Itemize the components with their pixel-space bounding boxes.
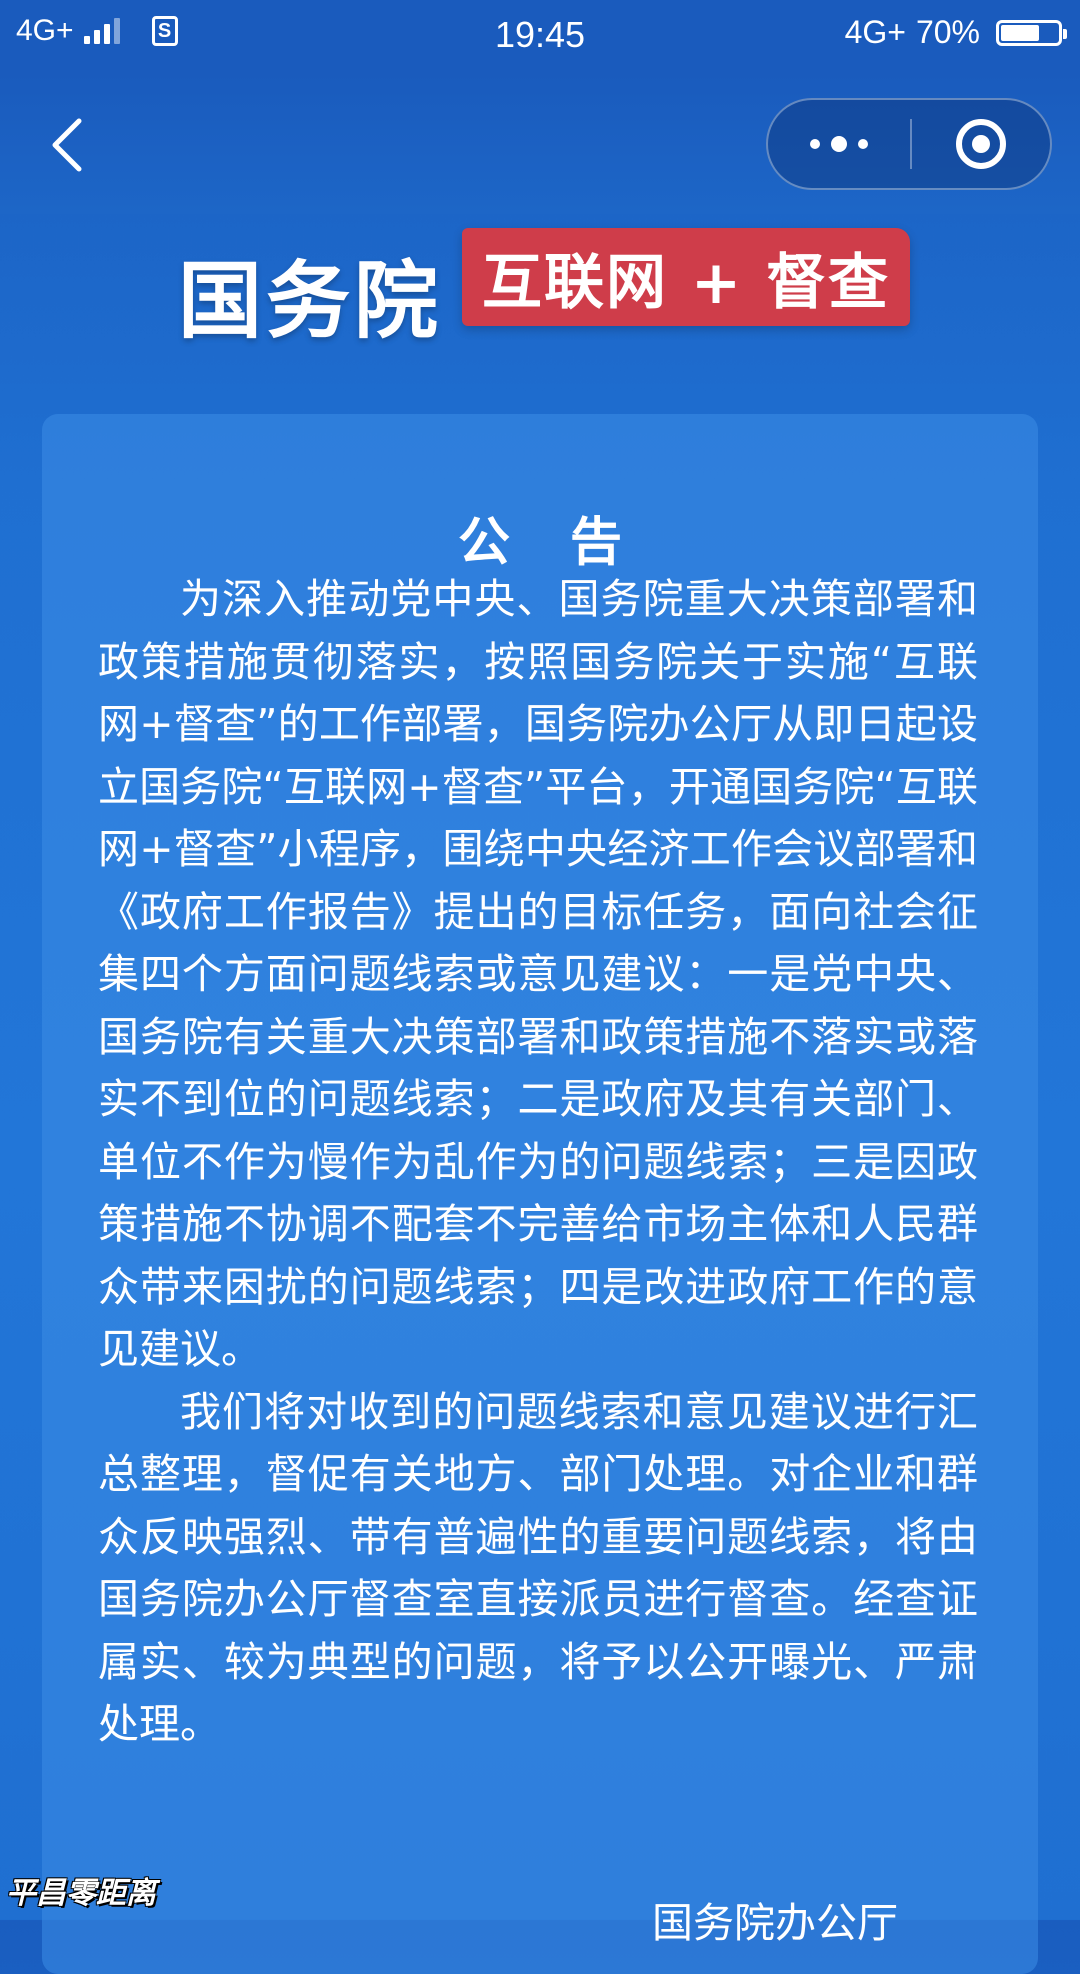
close-button[interactable]: [912, 100, 1050, 188]
banner-title: 国务院: [178, 252, 443, 350]
battery-fill: [1001, 24, 1039, 41]
chevron-left-icon: [52, 118, 82, 172]
nav-bar: [0, 74, 1080, 214]
battery-icon: [996, 19, 1067, 46]
notice-title: 公告: [457, 513, 682, 573]
notice-paragraph: 我们将对收到的问题线索和意见建议进行汇总整理，督促有关地方、部门处理。对企业和群…: [98, 1387, 978, 1749]
status-bar: 4G+ S 19:45 4G+ 70%: [0, 0, 1080, 74]
status-right: 4G+ 70%: [844, 14, 1067, 51]
more-button[interactable]: [768, 100, 910, 188]
watermark-logo: 平昌零距离: [6, 1876, 156, 1911]
notice-paragraph: 为深入推动党中央、国务院重大决策部署和政策措施贯彻落实，按照国务院关于实施“互联…: [98, 575, 978, 1373]
more-dots-icon: [810, 136, 868, 152]
notice-card: 公告 为深入推动党中央、国务院重大决策部署和政策措施贯彻落实，按照国务院关于实施…: [42, 414, 1038, 1974]
banner: 国务院 互联网 + 督查: [0, 214, 1080, 350]
back-button[interactable]: [36, 110, 96, 180]
notice-body: 为深入推动党中央、国务院重大决策部署和政策措施贯彻落实，按照国务院关于实施“互联…: [98, 568, 978, 1756]
battery-percent: 70%: [915, 14, 980, 50]
target-close-icon: [956, 119, 1006, 169]
right-network-type: 4G+: [844, 14, 906, 50]
mini-program-capsule: [766, 98, 1052, 190]
banner-badge: 互联网 + 督查: [462, 228, 910, 326]
notice-signature: 国务院办公厅: [652, 1899, 898, 1947]
